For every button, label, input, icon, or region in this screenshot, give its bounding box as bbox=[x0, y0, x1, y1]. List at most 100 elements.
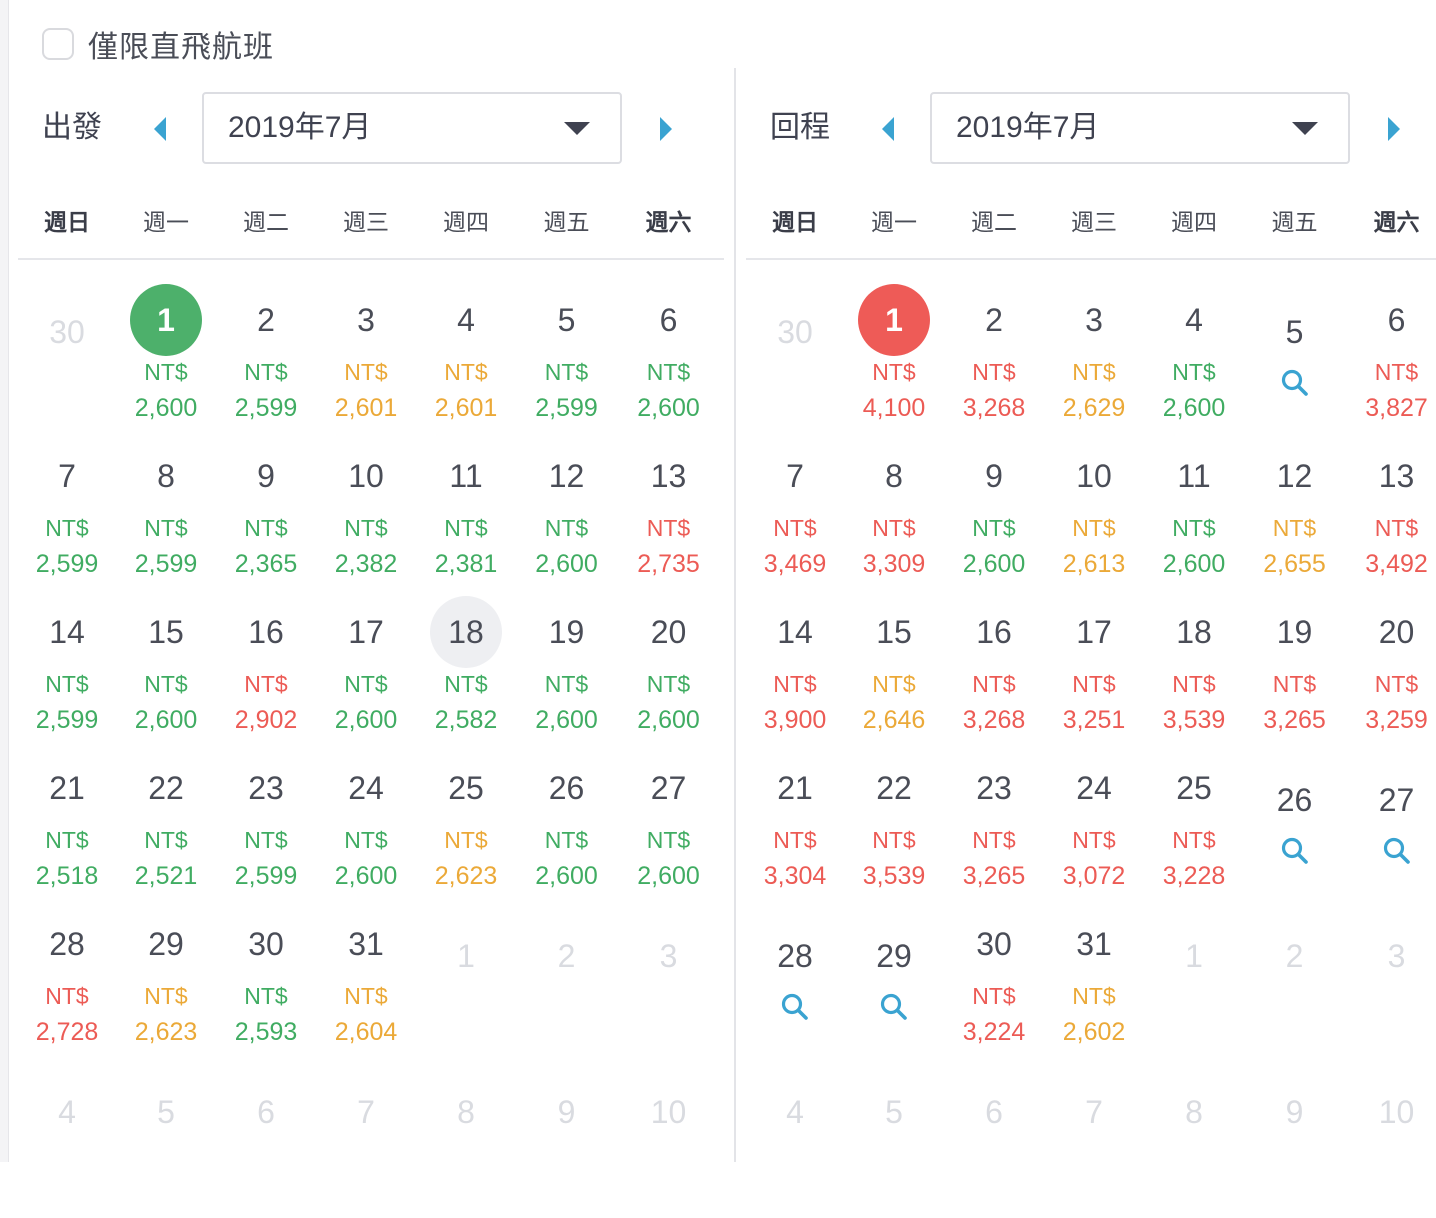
day-cell[interactable]: 8 NT$ 3,309 bbox=[844, 438, 944, 594]
day-cell[interactable]: 15 NT$ 2,600 bbox=[116, 594, 216, 750]
day-cell[interactable]: 19 NT$ 3,265 bbox=[1244, 594, 1345, 750]
day-cell[interactable]: 21 NT$ 3,304 bbox=[746, 750, 844, 906]
day-number: 6 bbox=[1387, 302, 1406, 338]
day-cell[interactable]: 1 NT$ 2,600 bbox=[116, 282, 216, 438]
day-number: 16 bbox=[248, 614, 284, 650]
day-cell[interactable]: 8 NT$ 2,599 bbox=[116, 438, 216, 594]
price-value: 2,604 bbox=[334, 1018, 398, 1046]
day-number: 8 bbox=[1185, 1094, 1203, 1130]
return-month-select[interactable]: 2019年7月 bbox=[930, 92, 1350, 164]
day-cell[interactable]: 30 NT$ 2,593 bbox=[216, 906, 316, 1062]
price-currency: NT$ bbox=[45, 671, 89, 697]
day-cell[interactable]: 7 NT$ 2,599 bbox=[18, 438, 116, 594]
search-icon[interactable] bbox=[1280, 836, 1310, 866]
day-cell[interactable]: 15 NT$ 2,646 bbox=[844, 594, 944, 750]
day-cell[interactable]: 3 NT$ 2,629 bbox=[1044, 282, 1144, 438]
day-cell[interactable]: 23 NT$ 3,265 bbox=[944, 750, 1044, 906]
day-cell[interactable]: 18 NT$ 3,539 bbox=[1144, 594, 1244, 750]
day-cell[interactable]: 28 NT$ 2,728 bbox=[18, 906, 116, 1062]
day-cell[interactable]: 11 NT$ 2,600 bbox=[1144, 438, 1244, 594]
day-cell[interactable]: 4 NT$ 2,600 bbox=[1144, 282, 1244, 438]
day-cell[interactable]: 5 bbox=[1244, 282, 1345, 438]
week-row: 4 5 6 7 8 9 10 bbox=[746, 1062, 1436, 1218]
departure-prev-month-icon[interactable] bbox=[146, 114, 176, 144]
day-cell[interactable]: 13 NT$ 3,492 bbox=[1345, 438, 1436, 594]
day-cell[interactable]: 5 NT$ 2,599 bbox=[516, 282, 617, 438]
day-cell[interactable]: 9 NT$ 2,365 bbox=[216, 438, 316, 594]
day-cell[interactable]: 26 bbox=[1244, 750, 1345, 906]
day-cell[interactable]: 22 NT$ 2,521 bbox=[116, 750, 216, 906]
day-cell[interactable]: 24 NT$ 2,600 bbox=[316, 750, 416, 906]
day-cell[interactable]: 24 NT$ 3,072 bbox=[1044, 750, 1144, 906]
return-next-month-icon[interactable] bbox=[1378, 114, 1408, 144]
day-cell[interactable]: 7 NT$ 3,469 bbox=[746, 438, 844, 594]
direct-flight-filter[interactable]: 僅限直飛航班 bbox=[42, 26, 274, 64]
departure-month-value: 2019年7月 bbox=[228, 111, 372, 144]
day-cell[interactable]: 26 NT$ 2,600 bbox=[516, 750, 617, 906]
day-cell[interactable]: 22 NT$ 3,539 bbox=[844, 750, 944, 906]
day-cell[interactable]: 6 NT$ 2,600 bbox=[617, 282, 720, 438]
day-cell[interactable]: 31 NT$ 2,604 bbox=[316, 906, 416, 1062]
day-cell[interactable]: 4 NT$ 2,601 bbox=[416, 282, 516, 438]
day-cell[interactable]: 27 bbox=[1345, 750, 1436, 906]
day-cell[interactable]: 30 NT$ 3,224 bbox=[944, 906, 1044, 1062]
search-icon[interactable] bbox=[1280, 368, 1310, 398]
day-cell[interactable]: 28 bbox=[746, 906, 844, 1062]
day-cell[interactable]: 23 NT$ 2,599 bbox=[216, 750, 316, 906]
day-cell[interactable]: 2 NT$ 2,599 bbox=[216, 282, 316, 438]
day-number: 3 bbox=[659, 938, 678, 974]
day-cell-outside-month: 5 bbox=[844, 1062, 944, 1218]
day-cell[interactable]: 18 NT$ 2,582 bbox=[416, 594, 516, 750]
day-cell[interactable]: 29 bbox=[844, 906, 944, 1062]
day-cell[interactable]: 13 NT$ 2,735 bbox=[617, 438, 720, 594]
day-cell[interactable]: 14 NT$ 2,599 bbox=[18, 594, 116, 750]
return-prev-month-icon[interactable] bbox=[874, 114, 904, 144]
day-cell[interactable]: 16 NT$ 2,902 bbox=[216, 594, 316, 750]
day-cell[interactable]: 17 NT$ 2,600 bbox=[316, 594, 416, 750]
day-number: 19 bbox=[548, 614, 585, 650]
day-cell[interactable]: 3 NT$ 2,601 bbox=[316, 282, 416, 438]
day-cell[interactable]: 9 NT$ 2,600 bbox=[944, 438, 1044, 594]
day-number: 1 bbox=[885, 302, 903, 338]
day-cell[interactable]: 6 NT$ 3,827 bbox=[1345, 282, 1436, 438]
price-currency: NT$ bbox=[646, 671, 691, 697]
day-cell[interactable]: 25 NT$ 2,623 bbox=[416, 750, 516, 906]
day-cell[interactable]: 16 NT$ 3,268 bbox=[944, 594, 1044, 750]
day-cell[interactable]: 12 NT$ 2,655 bbox=[1244, 438, 1345, 594]
day-cell[interactable]: 10 NT$ 2,382 bbox=[316, 438, 416, 594]
day-cell-outside-month: 8 bbox=[416, 1062, 516, 1218]
day-number: 9 bbox=[1285, 1094, 1304, 1130]
day-cell[interactable]: 11 NT$ 2,381 bbox=[416, 438, 516, 594]
search-icon[interactable] bbox=[1382, 836, 1412, 866]
weekday-label: 週三 bbox=[1071, 209, 1117, 235]
price-value: 2,646 bbox=[862, 706, 926, 734]
departure-next-month-icon[interactable] bbox=[650, 114, 680, 144]
day-cell-outside-month: 9 bbox=[516, 1062, 617, 1218]
day-cell[interactable]: 14 NT$ 3,900 bbox=[746, 594, 844, 750]
search-icon[interactable] bbox=[879, 992, 909, 1022]
direct-flight-checkbox[interactable] bbox=[42, 28, 74, 60]
day-cell[interactable]: 25 NT$ 3,228 bbox=[1144, 750, 1244, 906]
day-number: 1 bbox=[1185, 938, 1203, 974]
day-cell[interactable]: 19 NT$ 2,600 bbox=[516, 594, 617, 750]
day-cell[interactable]: 1 NT$ 4,100 bbox=[844, 282, 944, 438]
day-cell[interactable]: 27 NT$ 2,600 bbox=[617, 750, 720, 906]
day-cell[interactable]: 17 NT$ 3,251 bbox=[1044, 594, 1144, 750]
day-cell[interactable]: 20 NT$ 2,600 bbox=[617, 594, 720, 750]
day-cell[interactable]: 2 NT$ 3,268 bbox=[944, 282, 1044, 438]
day-number: 15 bbox=[148, 614, 184, 650]
day-cell[interactable]: 10 NT$ 2,613 bbox=[1044, 438, 1144, 594]
day-cell-outside-month: 3 bbox=[1345, 906, 1436, 1062]
day-cell[interactable]: 12 NT$ 2,600 bbox=[516, 438, 617, 594]
day-cell[interactable]: 20 NT$ 3,259 bbox=[1345, 594, 1436, 750]
departure-month-select[interactable]: 2019年7月 bbox=[202, 92, 622, 164]
day-cell[interactable]: 31 NT$ 2,602 bbox=[1044, 906, 1144, 1062]
day-cell[interactable]: 21 NT$ 2,518 bbox=[18, 750, 116, 906]
price-value: 3,268 bbox=[962, 394, 1026, 422]
price-value: 2,600 bbox=[637, 862, 700, 890]
price-currency: NT$ bbox=[972, 359, 1016, 385]
search-icon[interactable] bbox=[780, 992, 810, 1022]
weekday-divider bbox=[18, 258, 724, 260]
day-cell[interactable]: 29 NT$ 2,623 bbox=[116, 906, 216, 1062]
day-number: 18 bbox=[448, 614, 484, 650]
